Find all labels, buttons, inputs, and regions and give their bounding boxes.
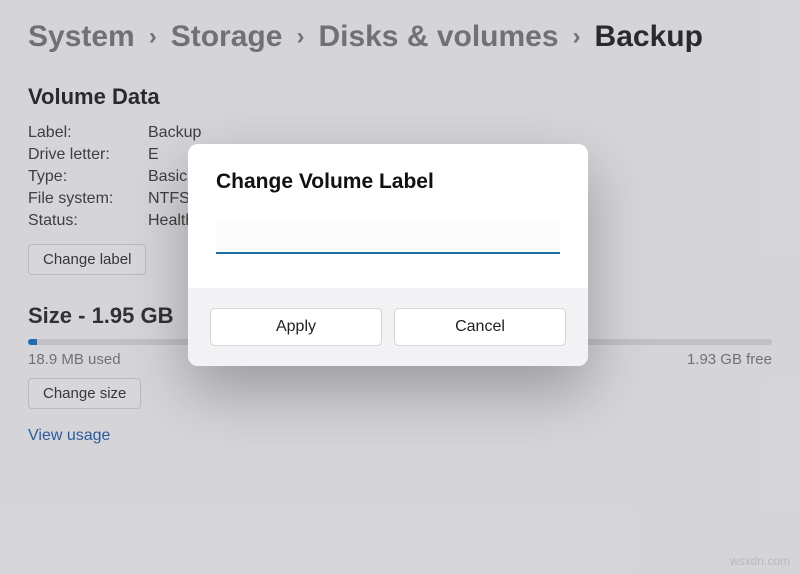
dialog-title: Change Volume Label (216, 170, 560, 194)
cancel-button[interactable]: Cancel (394, 308, 566, 346)
apply-button[interactable]: Apply (210, 308, 382, 346)
watermark: wsxdn.com (730, 554, 790, 568)
dialog-footer: Apply Cancel (188, 288, 588, 366)
volume-label-input[interactable] (216, 220, 560, 254)
change-volume-label-dialog: Change Volume Label Apply Cancel (188, 144, 588, 366)
dialog-body: Change Volume Label (188, 144, 588, 288)
